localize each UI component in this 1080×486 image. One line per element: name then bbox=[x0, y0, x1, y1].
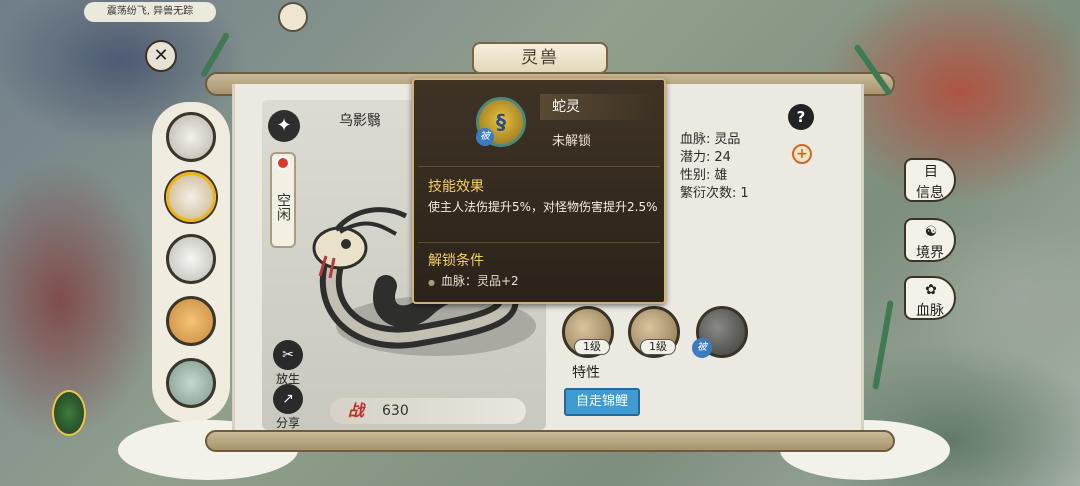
close-button[interactable]: ✕ bbox=[145, 40, 177, 72]
pet-slot-1[interactable] bbox=[166, 112, 216, 162]
tab-realm[interactable]: ☯ 境界 bbox=[904, 218, 956, 262]
help-icon[interactable]: ? bbox=[788, 104, 814, 130]
divider bbox=[418, 242, 660, 243]
flower-icon: ✿ bbox=[925, 282, 937, 298]
bloodline-value: 灵品 bbox=[714, 132, 741, 147]
combat-power-icon: 战 bbox=[348, 401, 365, 420]
npc-avatar-icon bbox=[278, 2, 308, 32]
tab-realm-label: 境界 bbox=[916, 245, 944, 261]
add-potential-button[interactable]: + bbox=[792, 144, 812, 164]
unlock-requirement-text: 血脉：灵品+2 bbox=[440, 274, 519, 288]
trait-label: 特性 bbox=[572, 365, 600, 381]
scissors-icon: ✂ bbox=[273, 340, 303, 370]
potential-value: 24 bbox=[714, 150, 731, 165]
panel-title: 灵兽 bbox=[472, 42, 608, 74]
gender-value: 雄 bbox=[714, 168, 728, 183]
yin-yang-icon: ☯ bbox=[924, 224, 938, 240]
skill-level-badge: 1级 bbox=[574, 339, 610, 355]
effect-heading: 技能效果 bbox=[428, 179, 484, 195]
tab-bloodline-label: 血脉 bbox=[916, 303, 944, 319]
bloodline-label: 血脉: bbox=[680, 132, 711, 147]
release-pet-button[interactable]: ✂ 放生 bbox=[268, 340, 308, 387]
breed-count-value: 1 bbox=[740, 186, 749, 201]
divider bbox=[418, 166, 660, 167]
bullet-icon: ● bbox=[428, 278, 435, 287]
world-hint-bubble: 震荡纷飞, 异兽无踪 bbox=[84, 2, 216, 22]
unlock-heading: 解锁条件 bbox=[428, 253, 484, 269]
share-icon: ↗ bbox=[273, 384, 303, 414]
pet-name: 乌影翳 bbox=[339, 113, 381, 129]
effect-description: 使主人法伤提升5%，对怪物伤害提升2.5% bbox=[428, 200, 658, 214]
tab-info-label: 信息 bbox=[916, 185, 944, 201]
book-icon[interactable] bbox=[52, 390, 86, 436]
skill-level-badge: 1级 bbox=[640, 339, 676, 355]
share-label: 分享 bbox=[275, 416, 300, 430]
pet-slot-3[interactable] bbox=[166, 234, 216, 284]
bloodline-row: 血脉: 灵品 bbox=[680, 128, 740, 147]
scroll-bottom-rod bbox=[205, 430, 895, 452]
unlock-requirement: ● 血脉：灵品+2 bbox=[428, 272, 519, 289]
pet-slot-4[interactable] bbox=[166, 296, 216, 346]
breed-count-row: 繁衍次数: 1 bbox=[680, 182, 749, 201]
trait-chip[interactable]: 自走锦鲤 bbox=[564, 388, 640, 416]
sparkle-icon[interactable]: ✦ bbox=[268, 110, 300, 142]
skill-name: 蛇灵 bbox=[540, 94, 658, 120]
gender-row: 性别: 雄 bbox=[680, 164, 727, 183]
tab-bloodline[interactable]: ✿ 血脉 bbox=[904, 276, 956, 320]
pet-slot-2[interactable] bbox=[166, 172, 216, 222]
skill-lock-status: 未解锁 bbox=[552, 134, 592, 149]
potential-row: 潜力: 24 bbox=[680, 146, 731, 165]
tab-info[interactable]: 目 信息 bbox=[904, 158, 956, 202]
pet-slot-5[interactable] bbox=[166, 358, 216, 408]
info-icon: 目 bbox=[924, 164, 938, 180]
share-pet-button[interactable]: ↗ 分享 bbox=[268, 384, 308, 431]
passive-badge: 被 bbox=[692, 338, 712, 358]
passive-badge: 被 bbox=[476, 128, 494, 146]
combat-power-value: 630 bbox=[382, 403, 409, 419]
breed-count-label: 繁衍次数: bbox=[680, 186, 737, 201]
potential-label: 潜力: bbox=[680, 150, 711, 165]
status-dot-icon bbox=[276, 156, 290, 170]
gender-label: 性别: bbox=[680, 168, 711, 183]
